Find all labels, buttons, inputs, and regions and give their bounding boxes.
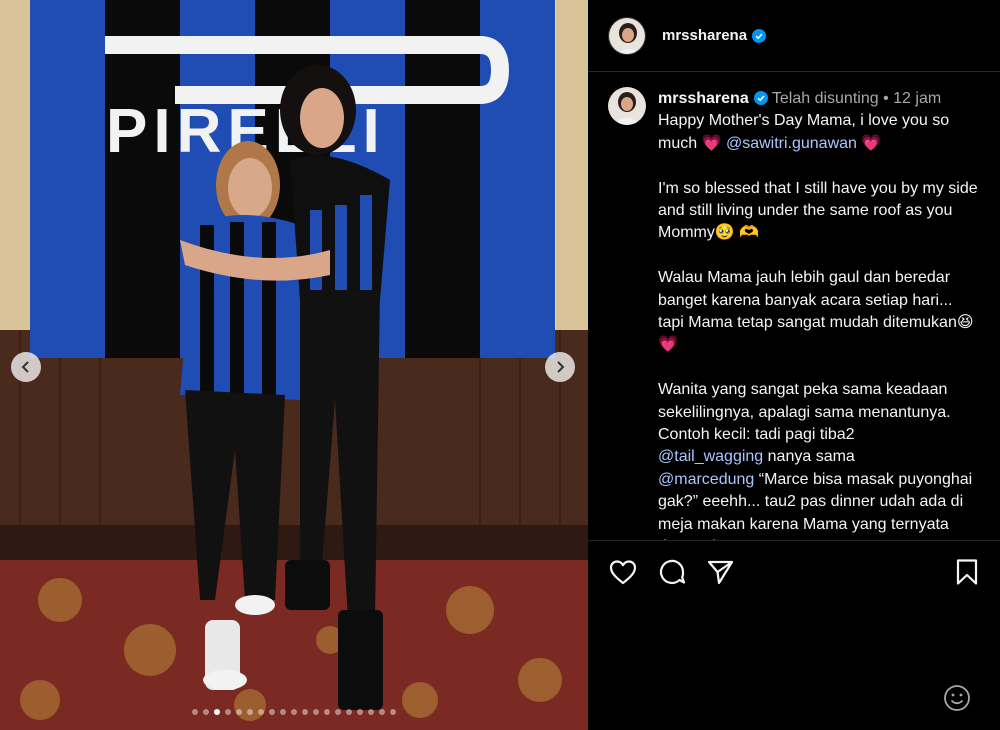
carousel-dot bbox=[335, 709, 341, 715]
post-header: mrssharena bbox=[588, 0, 1000, 72]
carousel-dot bbox=[291, 709, 297, 715]
meta-separator: • bbox=[883, 90, 889, 107]
carousel-dot bbox=[203, 709, 209, 715]
carousel-dots bbox=[0, 709, 588, 715]
avatar[interactable] bbox=[608, 16, 646, 55]
carousel-dot bbox=[302, 709, 308, 715]
caption-text: Wanita yang sangat peka sama keadaan sek… bbox=[658, 381, 951, 444]
carousel-dot bbox=[258, 709, 264, 715]
caption-area: mrssharena Telah disunting • 12 jam Happ… bbox=[588, 73, 1000, 540]
mention-link[interactable]: @sawitri.gunawan bbox=[726, 135, 857, 152]
post-media[interactable]: PIRELLI bbox=[0, 0, 588, 730]
carousel-prev-button[interactable] bbox=[11, 352, 41, 382]
carousel-dot bbox=[324, 709, 330, 715]
save-button[interactable] bbox=[952, 557, 982, 587]
carousel-dot bbox=[192, 709, 198, 715]
post-photo: PIRELLI bbox=[0, 0, 588, 730]
post-sidebar: mrssharena mrssharena Telah disunting • … bbox=[588, 0, 1000, 730]
comment-icon bbox=[659, 559, 686, 585]
carousel-dot bbox=[236, 709, 242, 715]
comment-button[interactable] bbox=[657, 557, 687, 587]
mention-link[interactable]: @tail_wagging bbox=[658, 448, 763, 465]
chevron-left-icon bbox=[21, 361, 29, 373]
smiley-icon bbox=[944, 685, 970, 711]
action-bar bbox=[588, 540, 1000, 604]
carousel-dot bbox=[313, 709, 319, 715]
carousel-next-button[interactable] bbox=[545, 352, 575, 382]
carousel-dot bbox=[280, 709, 286, 715]
caption-avatar[interactable] bbox=[608, 87, 646, 125]
caption-text: I'm so blessed that I still have you by … bbox=[658, 179, 978, 242]
heart-emoji: 💗 bbox=[701, 134, 722, 152]
carousel-dot bbox=[390, 709, 396, 715]
heart-icon bbox=[609, 560, 637, 585]
caption-username[interactable]: mrssharena bbox=[658, 90, 749, 107]
caption-emoji: 😆 bbox=[956, 314, 974, 332]
header-username[interactable]: mrssharena bbox=[662, 27, 747, 44]
carousel-dot bbox=[379, 709, 385, 715]
carousel-dot bbox=[368, 709, 374, 715]
edited-label: Telah disunting bbox=[771, 90, 879, 107]
share-button[interactable] bbox=[705, 557, 735, 587]
bookmark-icon bbox=[956, 559, 978, 585]
like-button[interactable] bbox=[608, 557, 638, 587]
carousel-dot bbox=[214, 709, 220, 715]
verified-badge-icon bbox=[753, 91, 768, 105]
carousel-dot bbox=[247, 709, 253, 715]
carousel-dot bbox=[225, 709, 231, 715]
paper-plane-icon bbox=[707, 560, 734, 585]
post-caption: mrssharena Telah disunting • 12 jam Happ… bbox=[658, 88, 978, 540]
verified-badge-icon bbox=[752, 28, 767, 43]
post-time[interactable]: 12 jam bbox=[893, 90, 941, 107]
carousel-dot bbox=[357, 709, 363, 715]
heart-emoji: 💗 bbox=[658, 336, 678, 354]
emoji-button[interactable] bbox=[943, 684, 971, 712]
caption-emoji: 🥹 🫶 bbox=[714, 224, 760, 242]
caption-text: Walau Mama jauh lebih gaul dan beredar b… bbox=[658, 269, 957, 332]
mention-link[interactable]: @marcedung bbox=[658, 471, 754, 488]
heart-emoji: 💗 bbox=[861, 134, 882, 152]
caption-text: nanya sama bbox=[767, 448, 855, 466]
carousel-dot bbox=[346, 709, 352, 715]
chevron-right-icon bbox=[557, 361, 565, 373]
carousel-dot bbox=[269, 709, 275, 715]
